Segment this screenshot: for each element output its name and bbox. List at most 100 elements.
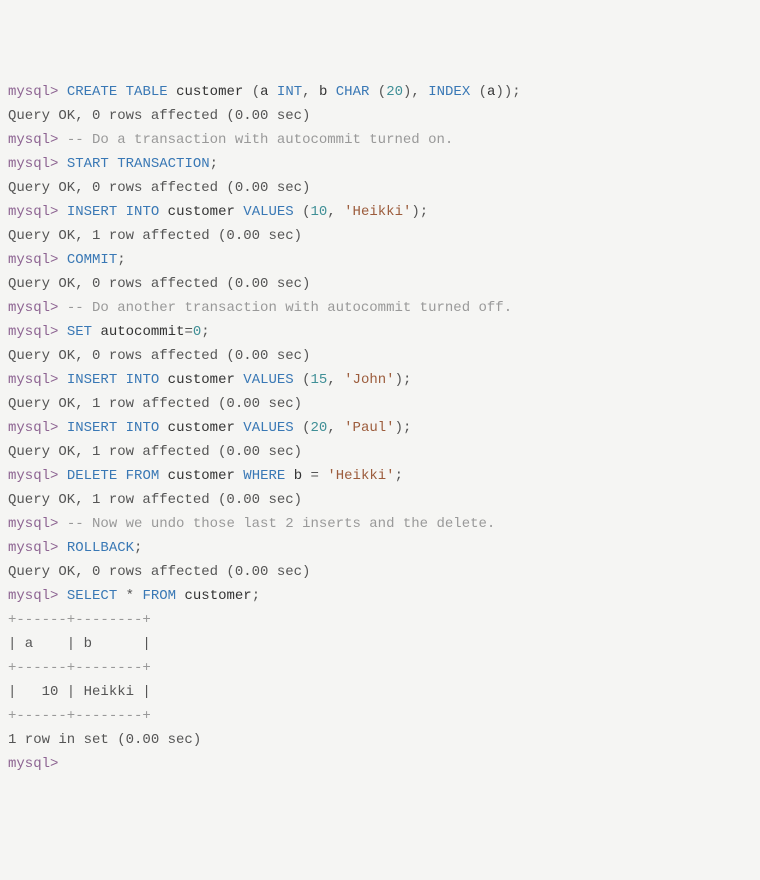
token-prompt: mysql> <box>8 252 58 268</box>
token-result: Query OK, 0 rows affected (0.00 sec) <box>8 276 310 292</box>
token-str: 'John' <box>344 372 394 388</box>
terminal-line: +------+--------+ <box>8 704 752 728</box>
terminal-line: | a | b | <box>8 632 752 656</box>
token-result: 1 row in set (0.00 sec) <box>8 732 201 748</box>
token-punct <box>159 420 167 436</box>
token-punct <box>159 468 167 484</box>
token-punct <box>58 516 66 532</box>
terminal-line: +------+--------+ <box>8 608 752 632</box>
token-result: | a | b | <box>8 636 151 652</box>
token-punct: , <box>327 420 344 436</box>
token-punct: , <box>327 204 344 220</box>
token-punct <box>58 468 66 484</box>
token-punct <box>109 156 117 172</box>
token-ident: customer <box>184 588 251 604</box>
token-result: Query OK, 0 rows affected (0.00 sec) <box>8 348 310 364</box>
token-punct: , <box>302 84 319 100</box>
token-table-border: +------+--------+ <box>8 612 151 628</box>
token-punct <box>58 300 66 316</box>
token-ident: a <box>260 84 268 100</box>
token-result: Query OK, 1 row affected (0.00 sec) <box>8 492 302 508</box>
token-punct: ; <box>395 468 403 484</box>
terminal-line: Query OK, 1 row affected (0.00 sec) <box>8 392 752 416</box>
token-punct <box>285 468 293 484</box>
token-result: | 10 | Heikki | <box>8 684 151 700</box>
token-punct <box>58 252 66 268</box>
token-punct <box>117 468 125 484</box>
mysql-terminal-output: mysql> CREATE TABLE customer (a INT, b C… <box>8 80 752 776</box>
token-kw: ROLLBACK <box>67 540 134 556</box>
terminal-line: mysql> <box>8 752 752 776</box>
token-punct: ); <box>411 204 428 220</box>
token-kw: INSERT <box>67 420 117 436</box>
terminal-line: mysql> -- Do another transaction with au… <box>8 296 752 320</box>
token-kw: TRANSACTION <box>117 156 209 172</box>
token-punct: , <box>327 372 344 388</box>
token-ident: customer <box>176 84 243 100</box>
token-punct <box>159 204 167 220</box>
terminal-line: 1 row in set (0.00 sec) <box>8 728 752 752</box>
token-kw: INDEX <box>428 84 470 100</box>
token-punct: ( <box>294 204 311 220</box>
token-punct <box>58 156 66 172</box>
token-punct: ), <box>403 84 428 100</box>
token-kw: COMMIT <box>67 252 117 268</box>
token-comment: -- Now we undo those last 2 inserts and … <box>67 516 495 532</box>
token-num: 15 <box>311 372 328 388</box>
token-punct: ; <box>210 156 218 172</box>
token-punct: ( <box>294 372 311 388</box>
token-punct: ); <box>395 372 412 388</box>
token-num: 20 <box>386 84 403 100</box>
token-result: Query OK, 0 rows affected (0.00 sec) <box>8 180 310 196</box>
terminal-line: mysql> INSERT INTO customer VALUES (15, … <box>8 368 752 392</box>
terminal-line: Query OK, 0 rows affected (0.00 sec) <box>8 104 752 128</box>
token-kw: VALUES <box>243 420 293 436</box>
token-punct <box>58 372 66 388</box>
token-punct: ( <box>243 84 260 100</box>
terminal-line: mysql> -- Now we undo those last 2 inser… <box>8 512 752 536</box>
token-prompt: mysql> <box>8 540 58 556</box>
token-kw: INTO <box>126 372 160 388</box>
token-comment: -- Do a transaction with autocommit turn… <box>67 132 453 148</box>
token-ident: customer <box>168 372 235 388</box>
terminal-line: Query OK, 1 row affected (0.00 sec) <box>8 440 752 464</box>
token-punct: = <box>302 468 327 484</box>
token-punct <box>58 540 66 556</box>
terminal-line: +------+--------+ <box>8 656 752 680</box>
terminal-line: mysql> -- Do a transaction with autocomm… <box>8 128 752 152</box>
token-punct: )); <box>495 84 520 100</box>
token-punct: ); <box>395 420 412 436</box>
token-punct <box>58 84 66 100</box>
token-punct <box>58 204 66 220</box>
token-punct <box>117 84 125 100</box>
token-str: 'Heikki' <box>344 204 411 220</box>
token-table-border: +------+--------+ <box>8 660 151 676</box>
terminal-line: Query OK, 1 row affected (0.00 sec) <box>8 488 752 512</box>
terminal-line: Query OK, 0 rows affected (0.00 sec) <box>8 176 752 200</box>
token-prompt: mysql> <box>8 420 58 436</box>
token-prompt: mysql> <box>8 588 58 604</box>
token-str: 'Paul' <box>344 420 394 436</box>
terminal-line: mysql> SET autocommit=0; <box>8 320 752 344</box>
token-punct: ( <box>294 420 311 436</box>
terminal-line: mysql> COMMIT; <box>8 248 752 272</box>
token-result: Query OK, 1 row affected (0.00 sec) <box>8 396 302 412</box>
token-kw: INTO <box>126 204 160 220</box>
terminal-line: mysql> INSERT INTO customer VALUES (10, … <box>8 200 752 224</box>
token-punct: ( <box>369 84 386 100</box>
token-prompt: mysql> <box>8 132 58 148</box>
token-comment: -- Do another transaction with autocommi… <box>67 300 512 316</box>
token-punct: ; <box>252 588 260 604</box>
token-punct: ; <box>201 324 209 340</box>
token-kw: INSERT <box>67 204 117 220</box>
terminal-line: mysql> CREATE TABLE customer (a INT, b C… <box>8 80 752 104</box>
token-kw: FROM <box>126 468 160 484</box>
token-ident: b <box>294 468 302 484</box>
token-punct <box>58 324 66 340</box>
terminal-line: mysql> ROLLBACK; <box>8 536 752 560</box>
token-punct <box>58 420 66 436</box>
token-punct <box>58 588 66 604</box>
token-kw: INSERT <box>67 372 117 388</box>
token-punct <box>269 84 277 100</box>
token-kw: CHAR <box>336 84 370 100</box>
